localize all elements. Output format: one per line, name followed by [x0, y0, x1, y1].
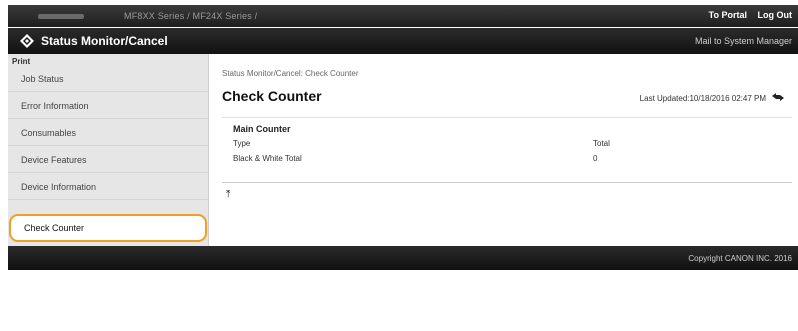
row-type: Black & White Total [233, 154, 302, 163]
sidebar-item-device-information[interactable]: Device Information [8, 174, 208, 200]
sidebar-item-device-features[interactable]: Device Features [8, 147, 208, 173]
sidebar-heading: Print [12, 57, 31, 66]
row-total: 0 [593, 154, 598, 163]
last-updated: Last Updated:10/18/2016 02:47 PM [639, 94, 766, 103]
status-monitor-logo-icon [20, 34, 34, 48]
page-title: Check Counter [222, 88, 322, 104]
back-to-top-icon[interactable]: ⤒ [226, 189, 230, 200]
header-total: Total [593, 139, 610, 148]
copyright: Copyright CANON INC. 2016 [688, 254, 792, 263]
sidebar: Print Job Status Error Information Consu… [8, 54, 209, 246]
refresh-icon[interactable] [770, 89, 786, 105]
log-out-link[interactable]: Log Out [758, 10, 793, 20]
header-links: To Portal Log Out [701, 10, 792, 20]
page-app-title: Status Monitor/Cancel [41, 34, 168, 48]
to-portal-link[interactable]: To Portal [709, 10, 747, 20]
footer: Copyright CANON INC. 2016 [8, 246, 798, 270]
device-name-text: MF8XX Series / MF24X Series / [124, 11, 258, 21]
breadcrumb: Status Monitor/Cancel: Check Counter [222, 69, 359, 78]
header-type: Type [233, 139, 251, 148]
sidebar-item-job-status[interactable]: Job Status [8, 66, 208, 92]
top-bar: MF8XX Series / MF24X Series / To Portal … [8, 5, 798, 27]
mail-to-system-manager-link[interactable]: Mail to System Manager [695, 36, 792, 46]
main-content: Status Monitor/Cancel: Check Counter Che… [209, 54, 798, 246]
main-counter-panel: Main Counter Type Total Black & White To… [222, 117, 792, 183]
sidebar-item-consumables[interactable]: Consumables [8, 120, 208, 146]
device-name: MF8XX Series / MF24X Series / [38, 11, 257, 21]
sidebar-item-check-counter[interactable]: Check Counter [9, 214, 207, 242]
title-bar: Status Monitor/Cancel Mail to System Man… [8, 28, 798, 54]
main-counter-title: Main Counter [233, 124, 291, 134]
sidebar-item-error-information[interactable]: Error Information [8, 93, 208, 119]
device-name-blur [38, 14, 84, 20]
